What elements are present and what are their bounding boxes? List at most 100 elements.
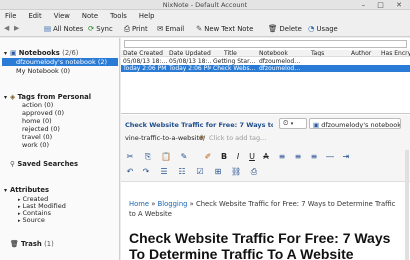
note-heading: Check Website Traffic For Free: 7 Ways T… (129, 230, 391, 260)
sidebar-item-tag-work[interactable]: work (0) (22, 141, 49, 149)
attributes-header[interactable]: ▾ Attributes (4, 186, 49, 194)
sidebar-item-notebook-my[interactable]: My Notebook (0) (16, 67, 70, 75)
col-has-encryption[interactable]: Has Encry (381, 50, 410, 56)
copy-icon[interactable]: ⎘ (143, 152, 153, 162)
menu-note[interactable]: Note (77, 10, 103, 20)
menu-bar: File Edit View Note Tools Help (0, 10, 410, 22)
notebooks-header[interactable]: ▾ ▣ Notebooks (2/6) (4, 49, 78, 57)
back-arrow-icon: ◀ (4, 24, 10, 32)
highlight-icon[interactable]: ✐ (203, 152, 213, 161)
back-button[interactable]: ◀ (4, 24, 9, 35)
source-url-field[interactable]: vine-traffic-to-a-website/ (125, 134, 205, 142)
menu-file[interactable]: File (0, 10, 21, 20)
horizontal-line-icon[interactable]: ― (325, 152, 335, 161)
tags-header[interactable]: ▾ ◈ Tags from Personal (4, 93, 91, 101)
note-list: Date Created Date Updated Title Notebook… (121, 50, 410, 114)
align-right-icon[interactable]: ≡ (309, 152, 319, 161)
all-notes-button[interactable]: ▤ All Notes (44, 24, 83, 35)
notebook-icon: ▣ (10, 49, 17, 57)
sidebar-item-tag-action[interactable]: action (0) (22, 101, 53, 109)
col-date-created[interactable]: Date Created (123, 50, 167, 56)
sidebar: ▾ ▣ Notebooks (2/6) dfzoumelody's noteboo… (0, 38, 120, 260)
numbered-list-icon[interactable]: ☷ (177, 167, 187, 176)
cut-icon[interactable]: ✂ (125, 152, 135, 161)
bold-icon[interactable]: B (219, 152, 229, 161)
main-pane: Date Created Date Updated Title Notebook… (121, 38, 410, 260)
search-input[interactable] (124, 40, 407, 48)
table-icon[interactable]: ⊞ (213, 167, 223, 176)
bullet-list-icon[interactable]: ☰ (159, 167, 169, 176)
breadcrumb-category-link[interactable]: Blogging (158, 200, 188, 208)
tag-icon: ◈ (199, 133, 205, 141)
italic-icon[interactable]: I (233, 152, 243, 161)
chevron-down-icon: ▾ (290, 121, 294, 127)
trash-item[interactable]: 🗑 Trash (1) (4, 240, 54, 248)
table-row[interactable]: 05/08/13 18:… 05/08/13 18:… Getting Star… (121, 58, 410, 65)
forward-arrow-icon: ▶ (14, 24, 20, 32)
delete-button[interactable]: 🗑 Delete (268, 24, 302, 35)
saved-searches-header[interactable]: ⚲ Saved Searches (4, 160, 78, 168)
reminder-button[interactable]: ⏲ ▾ (279, 118, 307, 129)
menu-help[interactable]: Help (134, 10, 160, 20)
attach-icon[interactable]: ⎙ (249, 167, 259, 177)
vertical-scrollbar[interactable] (405, 150, 409, 260)
undo-icon[interactable]: ↶ (125, 167, 135, 176)
email-button[interactable]: ✉ Email (157, 24, 184, 35)
sidebar-item-tag-travel[interactable]: travel (0) (22, 133, 52, 141)
tag-icon: ◈ (10, 93, 16, 101)
notes-icon: ▤ (44, 24, 52, 33)
col-notebook[interactable]: Notebook (259, 50, 297, 56)
main-toolbar: ◀ ▶ ▤ All Notes ⟳ Sync ⎙ Print ✉ Email ✎ New … (0, 22, 410, 37)
sidebar-item-attr-source[interactable]: ▸ Source (18, 216, 45, 224)
note-title-field[interactable]: Check Website Traffic for Free: 7 Ways t… (125, 119, 273, 130)
col-author[interactable]: Author (351, 50, 375, 56)
usage-icon: ◔ (308, 24, 315, 33)
tag-input[interactable]: Click to add tag... (209, 134, 266, 142)
redo-icon[interactable]: ↷ (141, 167, 151, 176)
new-text-note-button[interactable]: ✎ New Text Note (196, 24, 253, 35)
trash-icon: 🗑 (10, 240, 19, 248)
trash-icon: 🗑 (268, 24, 278, 33)
note-body[interactable]: Home » Blogging » Check Website Traffic … (121, 182, 410, 260)
col-title[interactable]: Title (224, 50, 254, 56)
todo-icon[interactable]: ☑ (195, 167, 205, 176)
printer-icon: ⎙ (124, 24, 130, 33)
print-button[interactable]: ⎙ Print (124, 24, 148, 35)
chevron-right-icon: ▸ (18, 218, 21, 224)
window-title: NixNote - Default Account (162, 1, 248, 9)
sync-icon: ⟳ (88, 24, 95, 33)
underline-icon[interactable]: U (247, 152, 257, 161)
link-icon[interactable]: ⛓ (231, 167, 241, 176)
col-tags[interactable]: Tags (311, 50, 331, 56)
note-header: Check Website Traffic for Free: 7 Ways t… (121, 115, 410, 148)
note-list-header: Date Created Date Updated Title Notebook… (121, 50, 410, 57)
sidebar-item-tag-approved[interactable]: approved (0) (22, 109, 64, 117)
sync-button[interactable]: ⟳ Sync (88, 24, 113, 35)
breadcrumb-home-link[interactable]: Home (129, 200, 149, 208)
strikethrough-icon[interactable]: A (261, 152, 271, 161)
breadcrumb: Home » Blogging » Check Website Traffic … (129, 200, 396, 218)
search-icon: ⚲ (10, 160, 15, 168)
forward-button[interactable]: ▶ (14, 24, 19, 35)
title-bar: NixNote - Default Account – □ ✕ (0, 0, 410, 10)
table-row[interactable]: Today 2:06 PM Today 2:06 PM Check Webs… … (121, 65, 410, 72)
format-toolbar: ✂ ⎘ 📋 ✎ ✐ B I U A ≡ ≡ ≡ ― ⇥ ↶ ↷ ☰ ☷ ☑ ⊞ … (121, 148, 410, 182)
indent-icon[interactable]: ⇥ (341, 152, 351, 161)
menu-tools[interactable]: Tools (105, 10, 132, 20)
notebook-select[interactable]: ▣ dfzoumelody's notebook ▾ (309, 118, 401, 129)
usage-button[interactable]: ◔ Usage (308, 24, 338, 35)
alarm-clock-icon: ⏲ (283, 119, 289, 127)
sidebar-item-notebook-dfzoumelody[interactable]: dfzoumelody's notebook (2) (16, 58, 107, 66)
menu-view[interactable]: View (49, 10, 75, 20)
notebook-icon: ▣ (313, 120, 320, 129)
sidebar-item-tag-home[interactable]: home (0) (22, 117, 52, 125)
window-controls[interactable]: – □ ✕ (362, 1, 407, 9)
sidebar-item-tag-rejected[interactable]: rejected (0) (22, 125, 60, 133)
menu-edit[interactable]: Edit (23, 10, 46, 20)
clear-format-icon[interactable]: ✎ (179, 152, 189, 161)
align-center-icon[interactable]: ≡ (293, 152, 303, 161)
col-date-updated[interactable]: Date Updated (169, 50, 211, 56)
align-left-icon[interactable]: ≡ (277, 152, 287, 161)
paste-icon[interactable]: 📋 (161, 152, 171, 161)
new-note-icon: ✎ (196, 24, 203, 33)
